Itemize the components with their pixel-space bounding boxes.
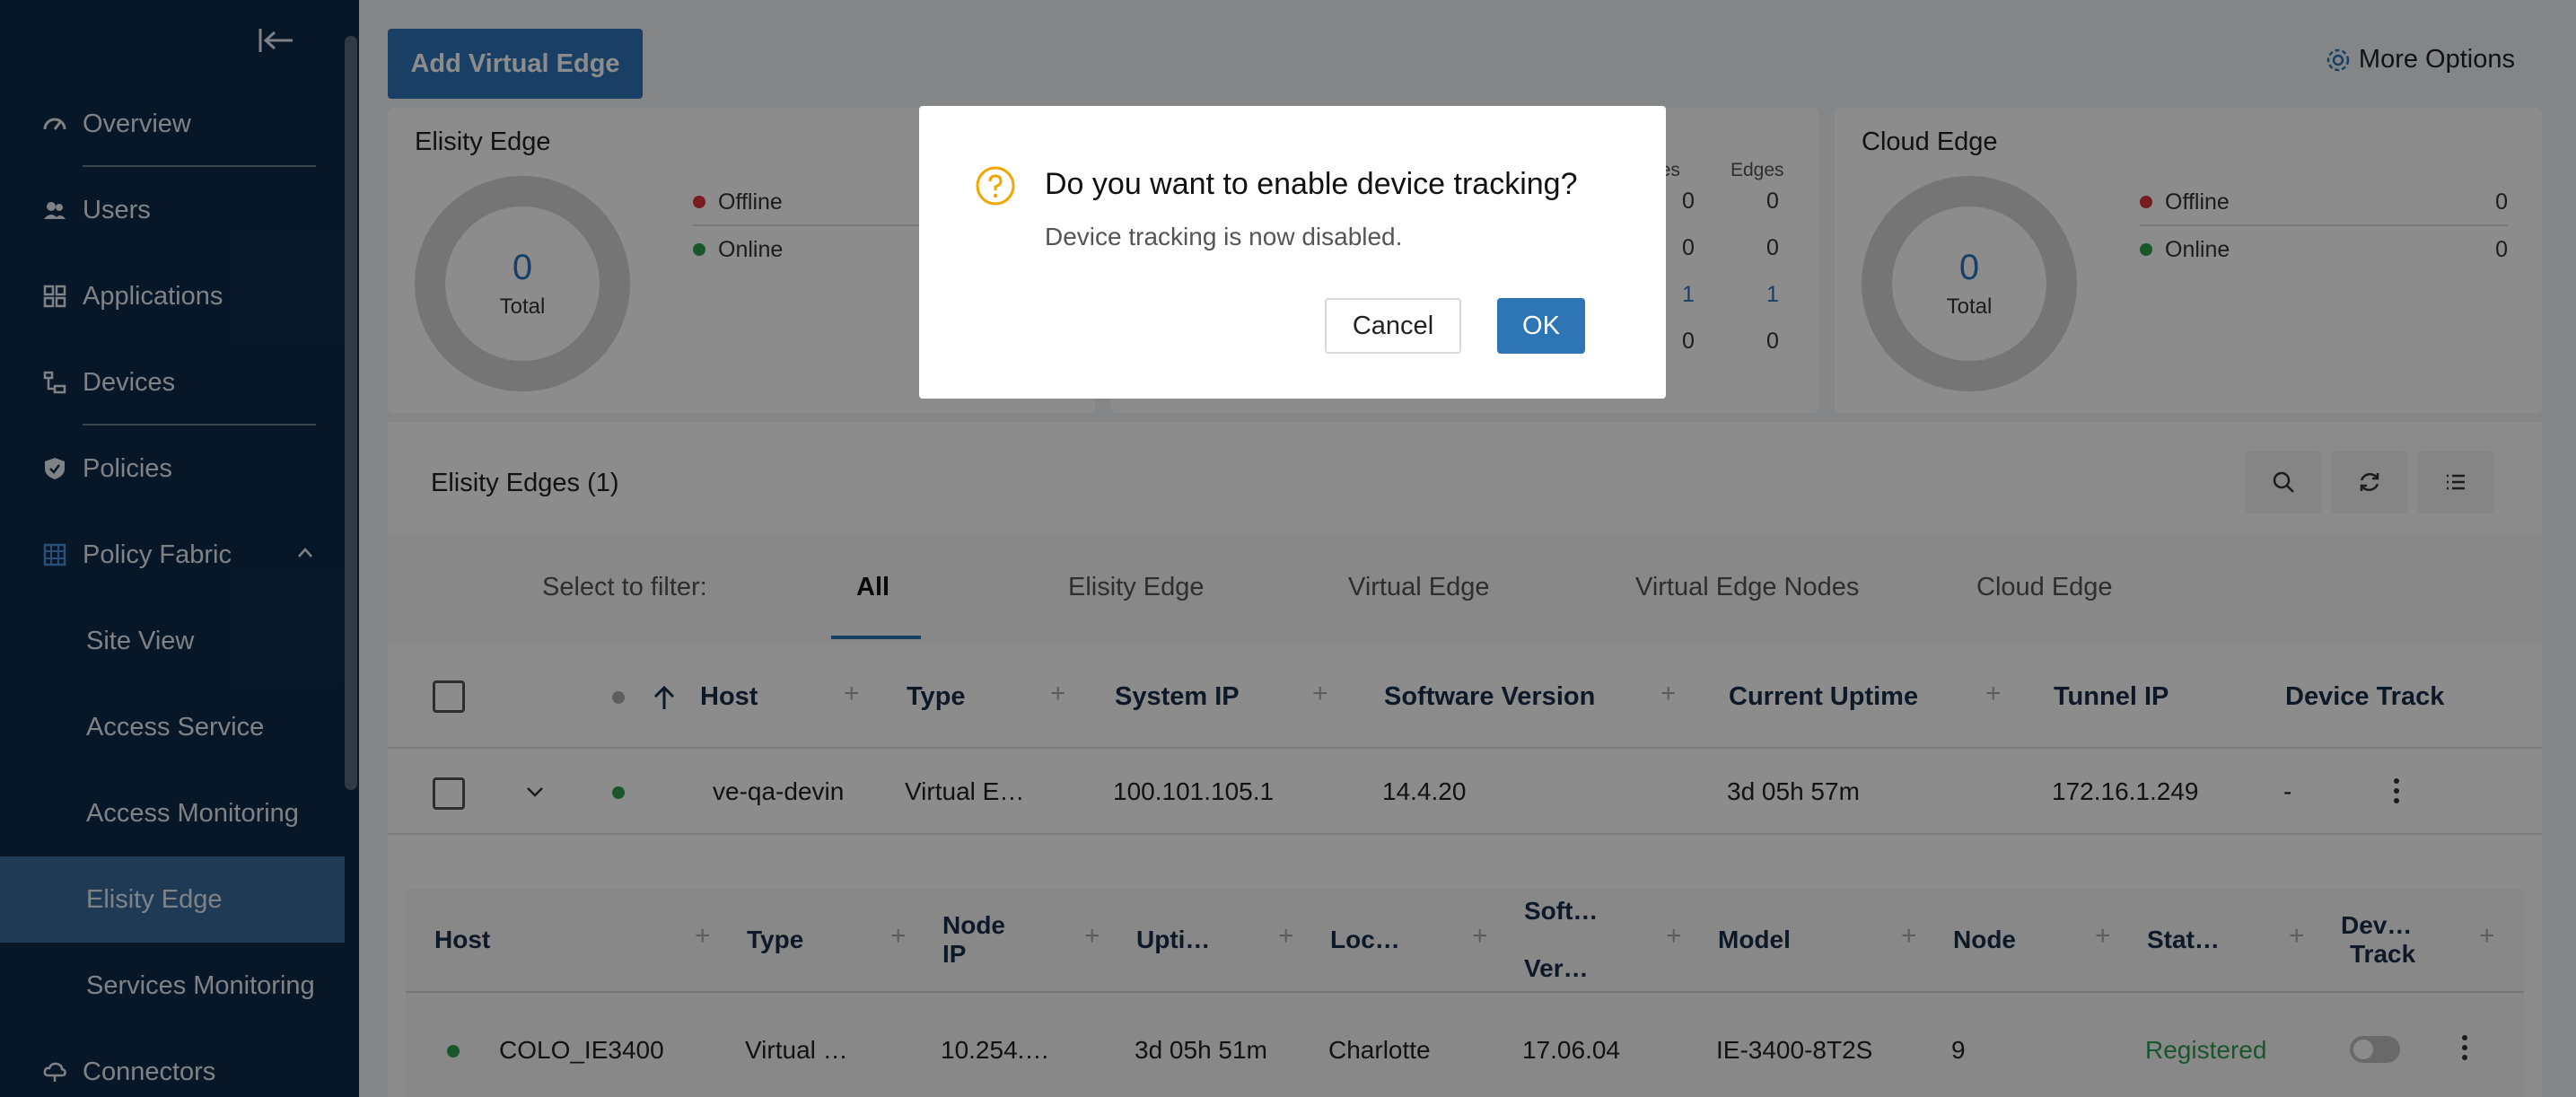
- question-icon: [976, 166, 1015, 206]
- dialog-message: Device tracking is now disabled.: [1045, 223, 1403, 250]
- ok-button[interactable]: OK: [1497, 298, 1585, 354]
- cancel-button[interactable]: Cancel: [1325, 298, 1461, 354]
- dialog-title: Do you want to enable device tracking?: [1045, 167, 1578, 201]
- confirm-dialog: Do you want to enable device tracking? D…: [919, 106, 1666, 399]
